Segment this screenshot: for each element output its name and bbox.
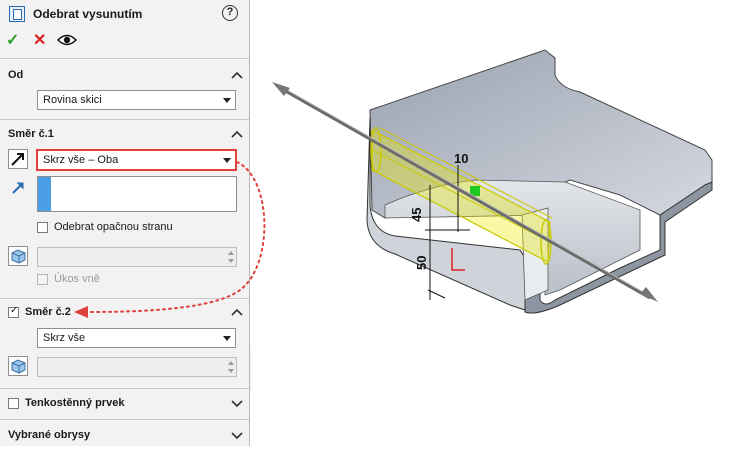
annotation-connector (74, 161, 266, 318)
